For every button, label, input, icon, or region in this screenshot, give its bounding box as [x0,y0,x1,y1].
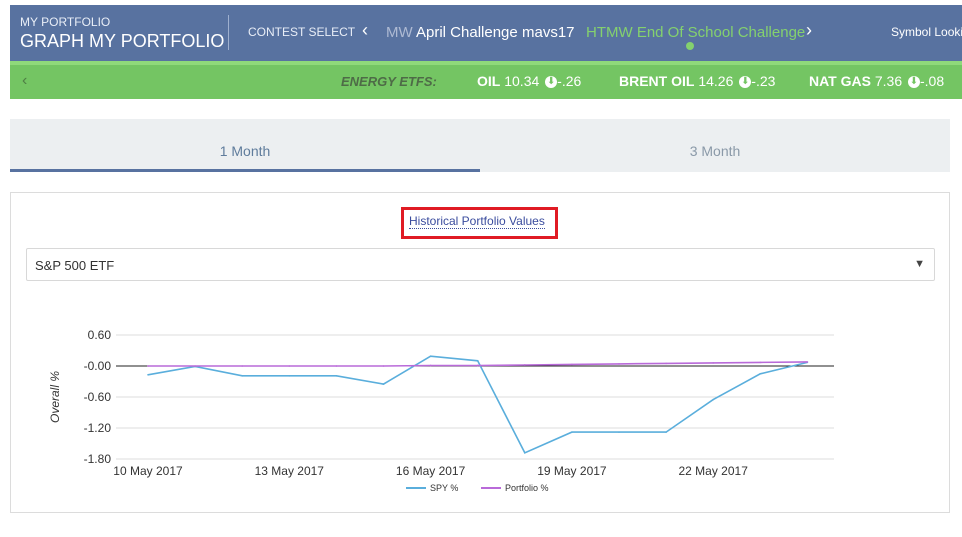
ticker-value: 10.34 [504,73,540,89]
ticker-change: -.23 [751,73,776,89]
ticker-name: BRENT OIL [619,73,695,89]
ticker-item-nat-gas[interactable]: NAT GAS 7.36 ⬇ -.08 [809,73,944,89]
app-header: MY PORTFOLIO GRAPH MY PORTFOLIO CONTEST … [10,5,962,65]
benchmark-select-value: S&P 500 ETF [35,258,115,273]
down-arrow-icon: ⬇ [739,76,752,89]
contest-item-end-of-school[interactable]: HTMW End Of School Challenge [586,24,805,41]
ticker-item-brent-oil[interactable]: BRENT OIL 14.26 ⬇ -.23 [619,73,775,89]
contest-item-label: April Challenge [412,24,518,41]
tab-3-month[interactable]: 3 Month [480,119,950,172]
historical-portfolio-values-link[interactable]: Historical Portfolio Values [409,214,545,229]
ticker-bar: ‹ ENERGY ETFS: OIL 10.34 ⬇ -.26 BRENT OIL… [10,65,962,99]
active-contest-indicator [686,42,694,50]
contest-select-label: CONTEST SELECT [248,25,356,39]
ticker-prev-icon[interactable]: ‹ [22,72,27,90]
header-divider [228,15,229,50]
symbol-lookup-link[interactable]: Symbol Looki [891,25,962,39]
contest-item-mavs17[interactable]: mavs17 [522,24,575,41]
down-arrow-icon: ⬇ [545,76,558,89]
header-subtitle: MY PORTFOLIO [20,15,111,29]
down-arrow-icon: ⬇ [908,76,920,89]
ticker-item-oil[interactable]: OIL 10.34 ⬇ -.26 [477,73,581,89]
benchmark-select[interactable]: S&P 500 ETF ▼ [26,248,935,281]
ticker-name: OIL [477,73,501,89]
chart-panel: Historical Portfolio Values S&P 500 ETF … [10,192,950,513]
ticker-name: NAT GAS [809,73,871,89]
period-tabs: 1 Month 3 Month [10,119,950,172]
contest-next-icon[interactable]: › [806,20,812,41]
tab-1-month[interactable]: 1 Month [10,119,480,172]
page-title: GRAPH MY PORTFOLIO [20,31,225,51]
ticker-category-label: ENERGY ETFS: [341,74,437,89]
contest-item-prefix: MW [386,24,413,41]
ticker-value: 14.26 [698,73,734,89]
contest-item-april-challenge[interactable]: MW April Challenge [386,24,518,41]
chevron-down-icon: ▼ [914,258,925,270]
ticker-change: -.26 [557,73,582,89]
contest-prev-icon[interactable]: ‹ [362,20,368,41]
ticker-value: 7.36 [874,73,903,89]
ticker-change: -.08 [920,73,945,89]
